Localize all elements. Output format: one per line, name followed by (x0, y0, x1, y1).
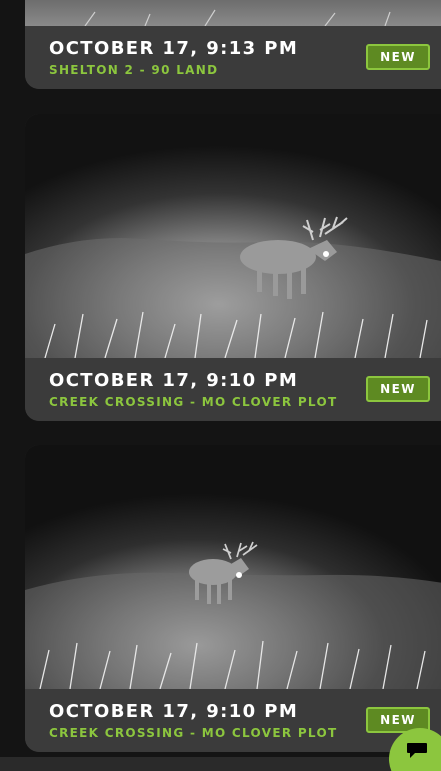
trail-camera-photo[interactable] (25, 445, 441, 689)
camera-location: CREEK CROSSING - MO CLOVER PLOT (49, 395, 338, 409)
new-badge: NEW (366, 44, 430, 70)
card-footer: OCTOBER 17, 9:13 PM SHELTON 2 - 90 LAND … (25, 26, 441, 89)
photo-card[interactable]: OCTOBER 17, 9:13 PM SHELTON 2 - 90 LAND … (25, 0, 441, 89)
chat-bubble-icon (407, 743, 427, 758)
capture-date: OCTOBER 17, 9:13 PM (49, 38, 299, 59)
new-badge: NEW (366, 376, 430, 402)
bottom-bar (0, 757, 441, 771)
card-footer: OCTOBER 17, 9:10 PM CREEK CROSSING - MO … (25, 689, 441, 752)
photo-card[interactable]: OCTOBER 17, 9:10 PM CREEK CROSSING - MO … (25, 114, 441, 421)
camera-location: CREEK CROSSING - MO CLOVER PLOT (49, 726, 338, 740)
capture-date: OCTOBER 17, 9:10 PM (49, 370, 299, 391)
capture-date: OCTOBER 17, 9:10 PM (49, 701, 299, 722)
card-footer: OCTOBER 17, 9:10 PM CREEK CROSSING - MO … (25, 358, 441, 421)
camera-location: SHELTON 2 - 90 LAND (49, 63, 219, 77)
trail-camera-photo[interactable] (25, 114, 441, 358)
photo-card[interactable]: OCTOBER 17, 9:10 PM CREEK CROSSING - MO … (25, 445, 441, 752)
photo-feed: OCTOBER 17, 9:13 PM SHELTON 2 - 90 LAND … (0, 0, 441, 771)
trail-camera-photo[interactable] (25, 0, 441, 26)
